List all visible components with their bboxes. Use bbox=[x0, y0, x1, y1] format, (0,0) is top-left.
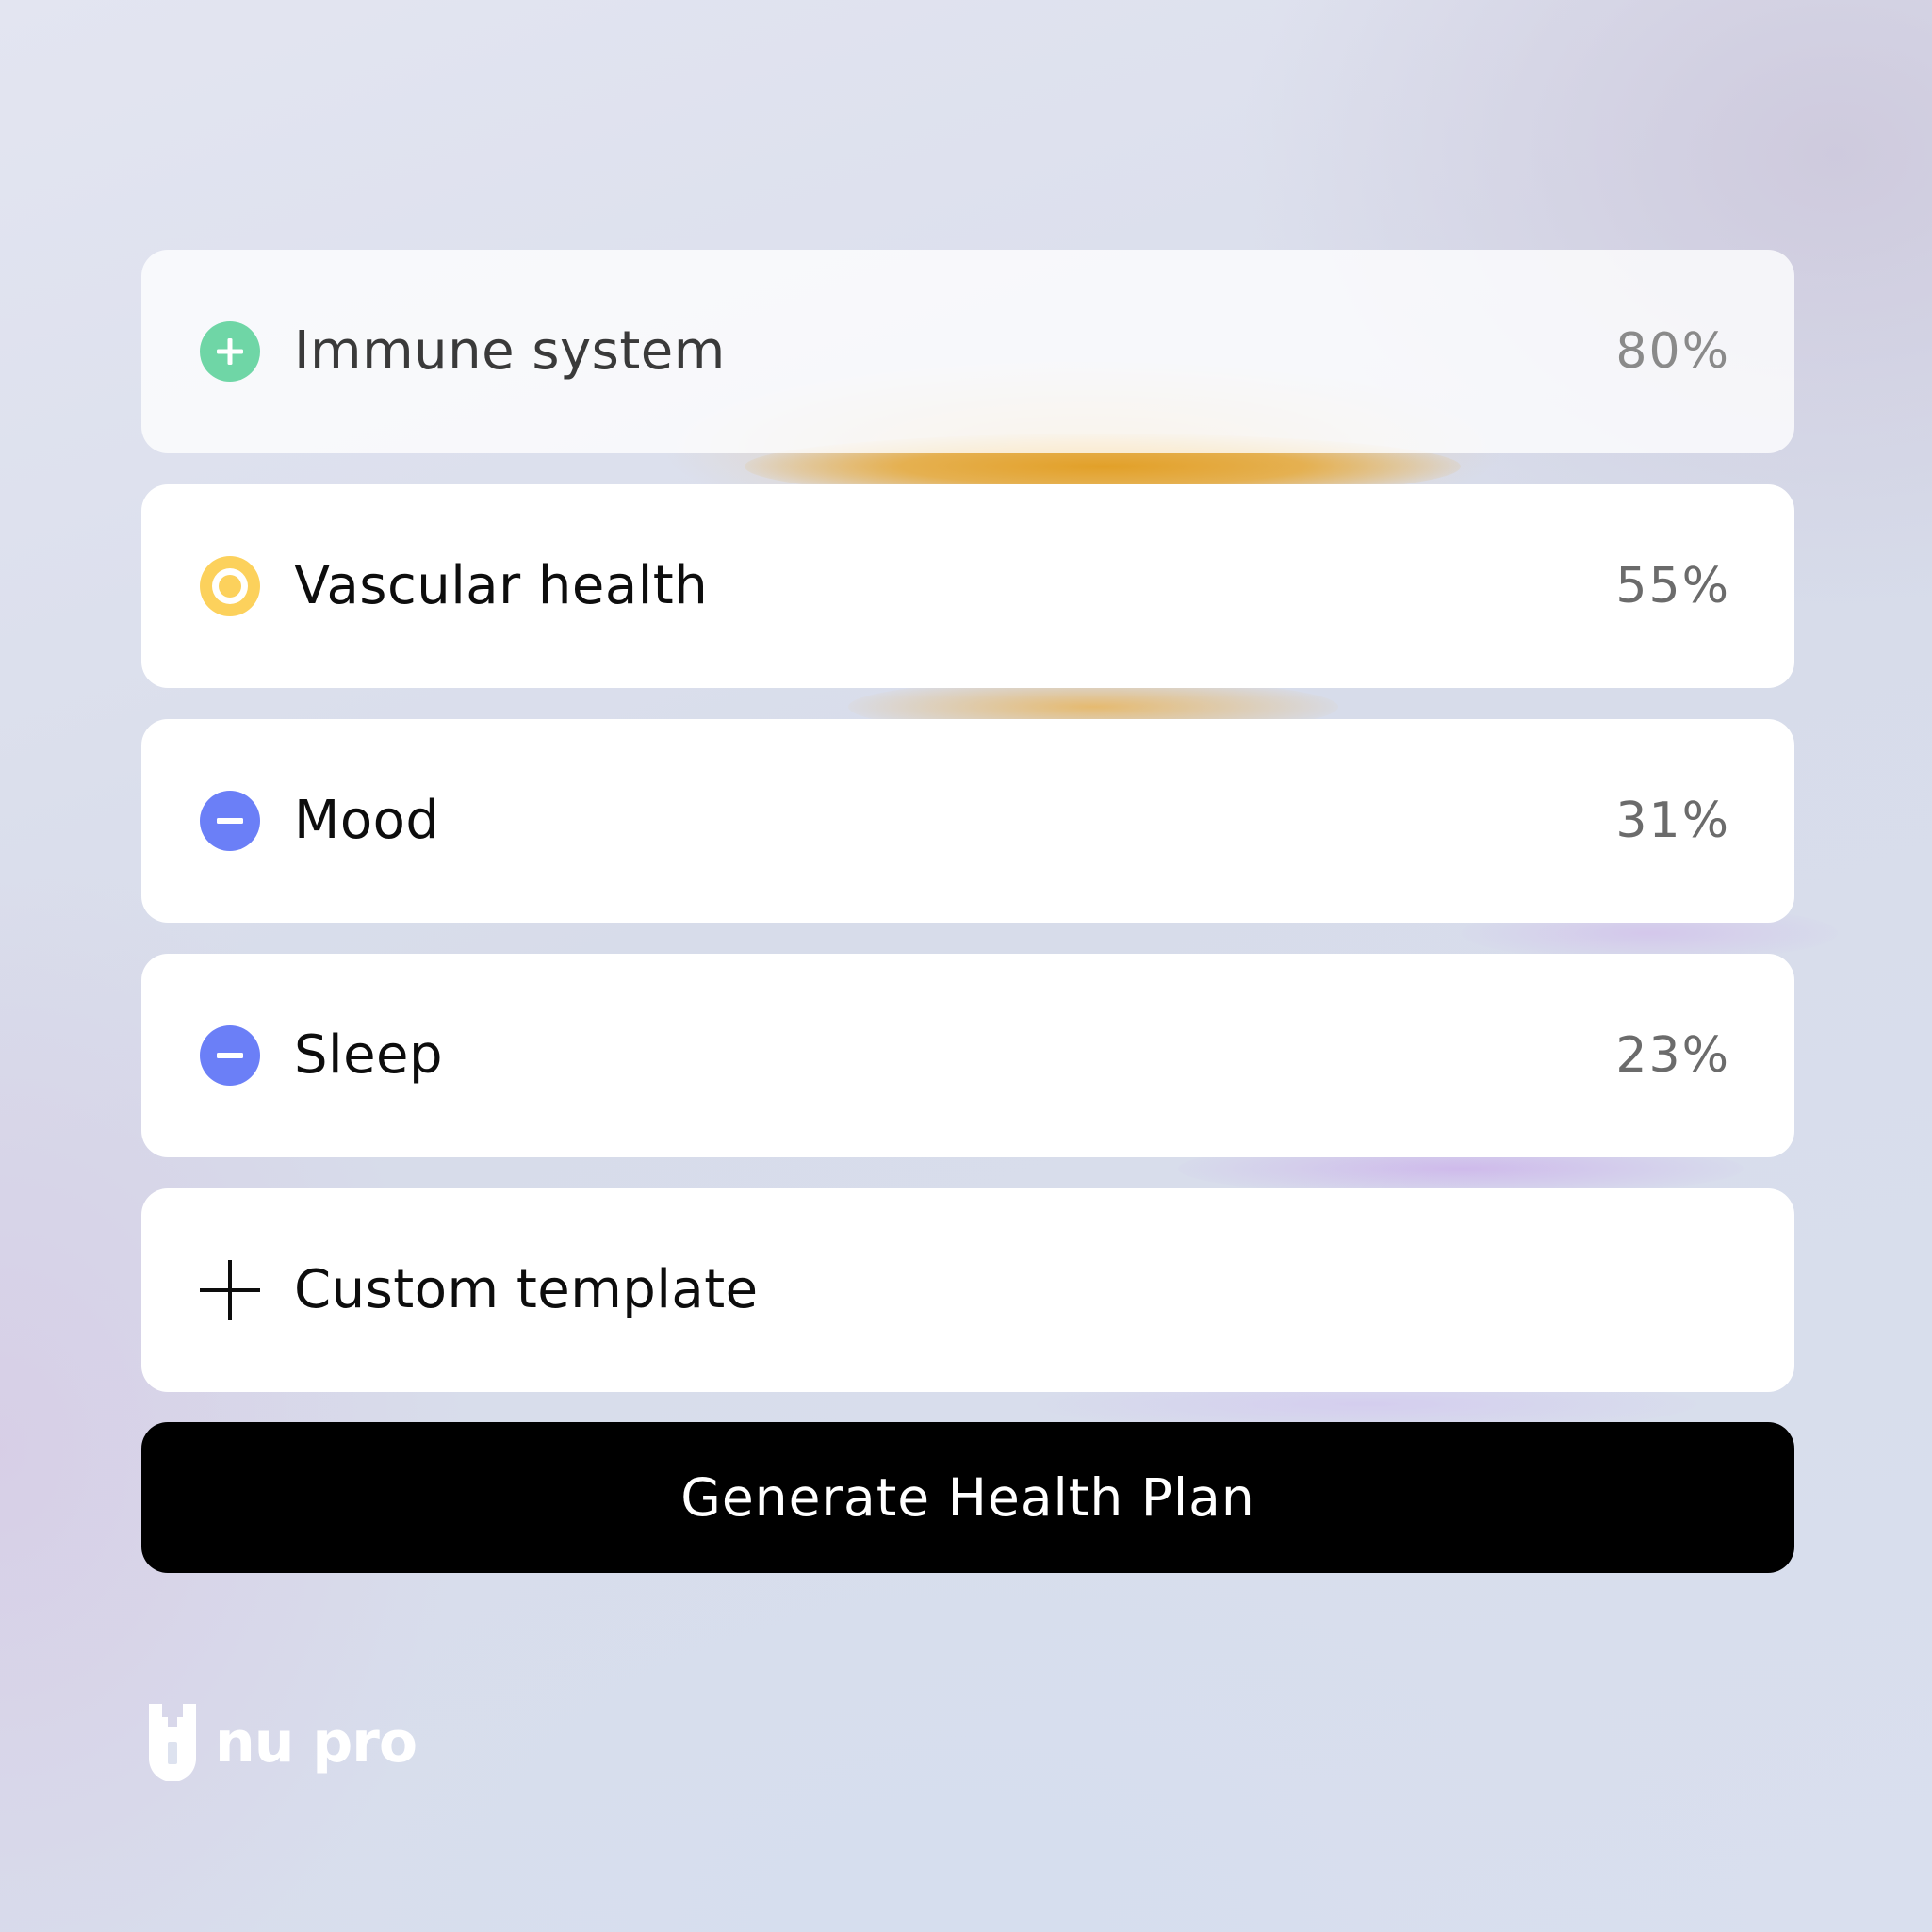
brand-logo: nu pro bbox=[149, 1704, 418, 1781]
custom-template-item[interactable]: Custom template bbox=[141, 1188, 1794, 1392]
generate-health-plan-button[interactable]: Generate Health Plan bbox=[141, 1422, 1794, 1573]
health-item-sleep[interactable]: Sleep 23% bbox=[141, 954, 1794, 1157]
health-item-mood[interactable]: Mood 31% bbox=[141, 719, 1794, 923]
minus-circle-icon bbox=[200, 791, 260, 851]
brand-wordmark: nu pro bbox=[215, 1710, 418, 1776]
custom-template-label: Custom template bbox=[294, 1259, 759, 1320]
health-item-percentage: 23% bbox=[1615, 1027, 1730, 1084]
health-item-percentage: 55% bbox=[1615, 558, 1730, 614]
health-item-percentage: 80% bbox=[1615, 323, 1730, 380]
health-item-label: Immune system bbox=[294, 320, 726, 382]
plus-icon bbox=[200, 1260, 260, 1320]
health-item-label: Mood bbox=[294, 790, 440, 851]
health-item-immune-system[interactable]: Immune system 80% bbox=[141, 250, 1794, 453]
health-item-vascular-health[interactable]: Vascular health 55% bbox=[141, 484, 1794, 688]
health-item-label: Vascular health bbox=[294, 555, 709, 616]
health-item-percentage: 31% bbox=[1615, 793, 1730, 849]
minus-circle-icon bbox=[200, 1025, 260, 1086]
nu-pro-logo-icon bbox=[149, 1704, 196, 1781]
plus-circle-icon bbox=[200, 321, 260, 382]
ring-icon bbox=[200, 556, 260, 616]
health-item-label: Sleep bbox=[294, 1024, 444, 1086]
